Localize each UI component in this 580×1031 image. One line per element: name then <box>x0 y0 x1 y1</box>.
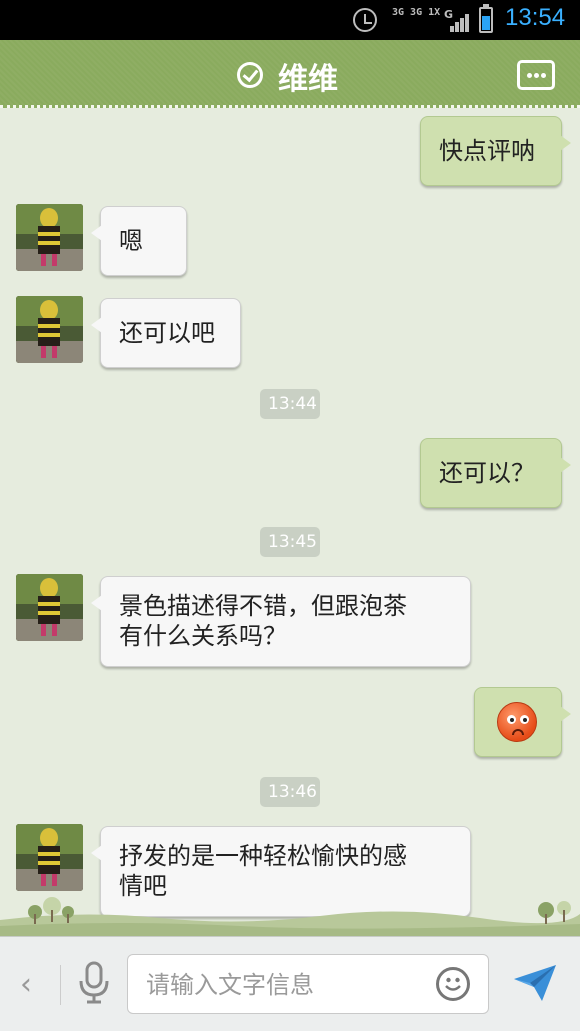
input-bar: ‹ <box>0 936 580 1031</box>
message-text-line: 抒发的是一种轻松愉快的感 <box>119 842 407 870</box>
avatar[interactable] <box>16 824 83 891</box>
battery-icon <box>479 4 493 33</box>
message-text: 还可以？ <box>439 459 535 487</box>
alarm-icon <box>353 8 377 32</box>
chat-header: 维维 <box>0 40 580 108</box>
chevron-left-icon[interactable]: ‹ <box>20 967 32 1002</box>
network-indicator: 3G 3G 1X <box>392 7 441 18</box>
message-bubble-incoming[interactable]: 嗯 <box>91 206 187 276</box>
contact-name: 维维 <box>278 62 338 97</box>
message-list[interactable]: 快点评呐 嗯 还可以吧 13:44 还可以？ 13:45 景色描述得不错，但跟泡… <box>0 110 580 930</box>
message-text-line: 景色描述得不错，但跟泡茶 <box>119 592 407 620</box>
avatar[interactable] <box>16 204 83 271</box>
status-bar: 3G 3G 1X G 13:54 <box>0 0 580 40</box>
send-icon[interactable] <box>512 963 558 1003</box>
smiley-icon[interactable] <box>436 967 470 1001</box>
background-scenery <box>0 890 580 936</box>
more-button[interactable] <box>517 60 555 90</box>
avatar[interactable] <box>16 296 83 363</box>
signal-icon <box>446 12 470 32</box>
message-text: 还可以吧 <box>119 319 215 347</box>
angry-face-icon <box>497 702 537 742</box>
message-timestamp: 13:45 <box>260 527 320 557</box>
message-timestamp: 13:44 <box>260 389 320 419</box>
check-circle-icon <box>237 62 263 88</box>
message-text: 快点评呐 <box>439 137 535 165</box>
message-bubble-outgoing[interactable] <box>474 687 571 757</box>
microphone-icon[interactable] <box>78 961 110 1005</box>
message-bubble-outgoing[interactable]: 还可以？ <box>420 438 571 508</box>
message-timestamp: 13:46 <box>260 777 320 807</box>
divider <box>60 965 61 1005</box>
message-text-line: 有什么关系吗？ <box>119 622 287 650</box>
message-input-field[interactable] <box>127 954 489 1014</box>
message-bubble-incoming[interactable]: 还可以吧 <box>91 298 241 368</box>
message-bubble-incoming[interactable]: 景色描述得不错，但跟泡茶 有什么关系吗？ <box>91 576 471 667</box>
status-time: 13:54 <box>505 4 566 31</box>
message-bubble-outgoing[interactable]: 快点评呐 <box>420 116 571 186</box>
message-text: 嗯 <box>119 227 143 255</box>
message-input[interactable] <box>146 967 426 1003</box>
avatar[interactable] <box>16 574 83 641</box>
